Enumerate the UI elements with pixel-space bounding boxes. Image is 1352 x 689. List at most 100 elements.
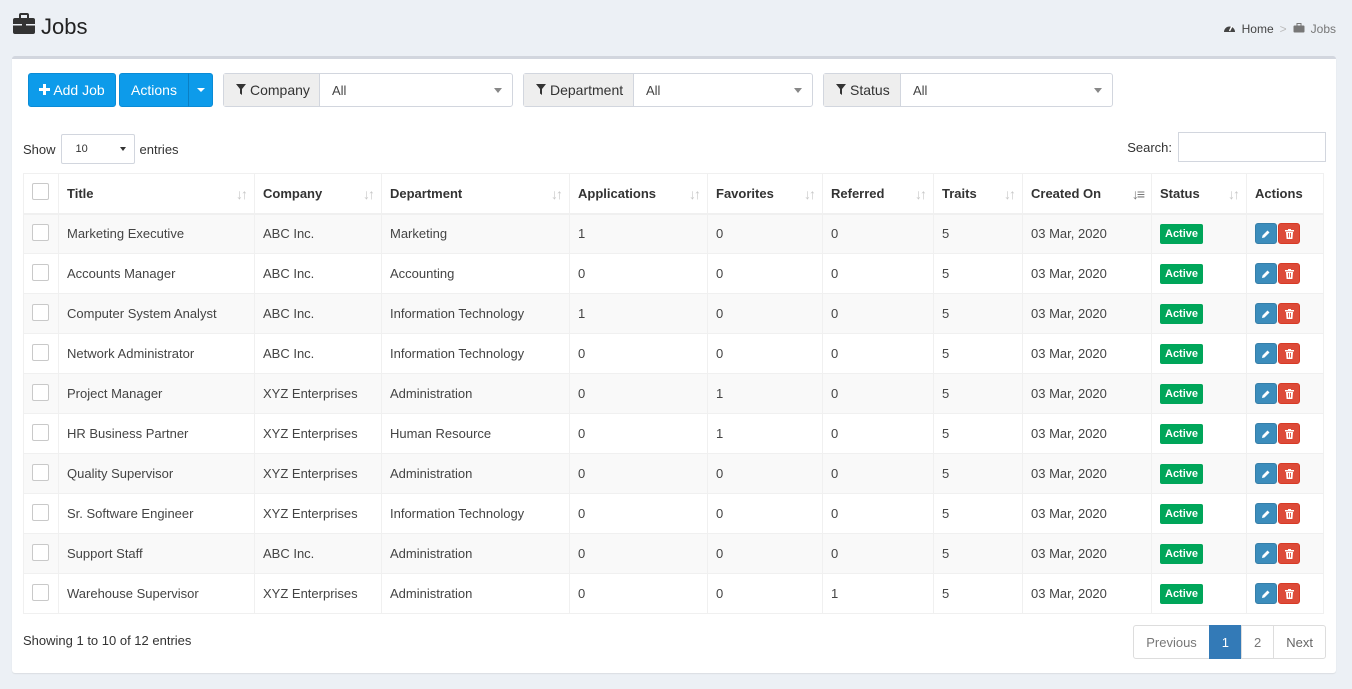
column-header-company[interactable]: Company ↓↑ [254, 173, 382, 215]
add-job-button[interactable]: Add Job [28, 73, 116, 107]
page-title: Jobs [12, 12, 87, 42]
status-select-value: All [913, 82, 928, 98]
delete-button[interactable] [1278, 583, 1300, 604]
trash-icon [1284, 548, 1294, 559]
cell-department: Administration [381, 373, 570, 414]
column-header-referred[interactable]: Referred ↓↑ [822, 173, 934, 215]
row-checkbox[interactable] [32, 583, 49, 601]
delete-button[interactable] [1278, 223, 1300, 245]
column-header-title[interactable]: Title ↓↑ [58, 173, 255, 215]
delete-button[interactable] [1278, 503, 1300, 524]
briefcase-icon [1293, 22, 1305, 36]
column-header-traits[interactable]: Traits ↓↑ [933, 173, 1023, 215]
cell-favorites: 1 [707, 413, 823, 454]
column-header-created-on[interactable]: Created On ↓≡ [1022, 173, 1152, 215]
delete-button[interactable] [1278, 383, 1300, 404]
edit-button[interactable] [1255, 423, 1277, 444]
cell-title: Accounts Manager [58, 253, 255, 294]
cell-company: ABC Inc. [254, 333, 382, 374]
pagination-previous[interactable]: Previous [1133, 625, 1210, 659]
delete-button[interactable] [1278, 343, 1300, 364]
search-input[interactable] [1178, 132, 1326, 162]
chevron-down-icon [1094, 87, 1102, 93]
briefcase-icon [12, 13, 36, 41]
column-header-department[interactable]: Department ↓↑ [381, 173, 570, 215]
cell-title: Project Manager [58, 373, 255, 414]
row-checkbox[interactable] [32, 263, 49, 281]
status-select[interactable]: All [901, 74, 1112, 106]
select-all-checkbox[interactable] [32, 183, 49, 201]
row-checkbox[interactable] [32, 503, 49, 521]
entries-length-select[interactable]: 10 [60, 134, 135, 164]
cell-actions [1246, 333, 1324, 374]
row-checkbox[interactable] [32, 383, 49, 401]
cell-favorites: 0 [707, 573, 823, 614]
delete-button[interactable] [1278, 423, 1300, 444]
edit-button[interactable] [1255, 383, 1277, 404]
edit-button[interactable] [1255, 583, 1277, 604]
cell-favorites: 0 [707, 493, 823, 534]
cell-company: XYZ Enterprises [254, 573, 382, 614]
cell-select [23, 213, 59, 254]
delete-button[interactable] [1278, 463, 1300, 484]
sort-icon: ↓↑ [363, 186, 375, 202]
cell-status: Active [1151, 453, 1247, 494]
table-row: Sr. Software Engineer XYZ Enterprises Info… [23, 493, 1324, 534]
cell-favorites: 0 [707, 533, 823, 574]
edit-button[interactable] [1255, 463, 1277, 484]
column-header-favorites[interactable]: Favorites ↓↑ [707, 173, 823, 215]
trash-icon [1284, 268, 1294, 279]
status-badge: Active [1160, 263, 1204, 284]
edit-button[interactable] [1255, 223, 1277, 245]
edit-button[interactable] [1255, 303, 1277, 324]
column-header-label: Actions [1255, 185, 1303, 201]
actions-dropdown-toggle[interactable] [188, 73, 213, 107]
pagination-page-2[interactable]: 2 [1241, 625, 1275, 659]
pagination: Previous 1 2 Next [1133, 625, 1326, 659]
sort-icon: ↓↑ [1004, 186, 1016, 202]
cell-department: Administration [381, 533, 570, 574]
cell-status: Active [1151, 533, 1247, 574]
department-filter-addon: Department [524, 74, 634, 106]
pagination-page-1[interactable]: 1 [1208, 625, 1243, 659]
breadcrumb-home-link[interactable]: Home [1242, 22, 1274, 36]
table-row: Quality Supervisor XYZ Enterprises Adminis… [23, 453, 1324, 494]
cell-actions [1246, 573, 1324, 614]
content-header: Jobs Home > Jobs [0, 0, 1352, 56]
edit-button[interactable] [1255, 263, 1277, 284]
delete-button[interactable] [1278, 543, 1300, 564]
row-checkbox[interactable] [32, 543, 49, 561]
cell-referred: 0 [822, 413, 934, 454]
company-select[interactable]: All [320, 74, 512, 106]
pagination-next[interactable]: Next [1273, 625, 1326, 659]
department-select[interactable]: All [634, 74, 812, 106]
delete-button[interactable] [1278, 303, 1300, 324]
column-header-status[interactable]: Status ↓↑ [1151, 173, 1247, 215]
row-checkbox[interactable] [32, 303, 49, 321]
cell-created-on: 03 Mar, 2020 [1022, 413, 1152, 454]
cell-company: ABC Inc. [254, 253, 382, 294]
cell-applications: 0 [569, 413, 708, 454]
cell-traits: 5 [933, 333, 1023, 374]
row-checkbox[interactable] [32, 423, 49, 441]
delete-button[interactable] [1278, 263, 1300, 284]
toolbar: Add Job Actions Company All Department A… [28, 73, 1318, 107]
row-checkbox[interactable] [32, 343, 49, 361]
edit-button[interactable] [1255, 543, 1277, 564]
trash-icon [1284, 468, 1294, 479]
cell-traits: 5 [933, 413, 1023, 454]
column-header-applications[interactable]: Applications ↓↑ [569, 173, 708, 215]
edit-button[interactable] [1255, 343, 1277, 364]
edit-button[interactable] [1255, 503, 1277, 524]
cell-company: ABC Inc. [254, 293, 382, 334]
sort-icon: ↓↑ [1228, 186, 1240, 202]
cell-applications: 0 [569, 533, 708, 574]
trash-icon [1284, 588, 1294, 599]
cell-referred: 0 [822, 333, 934, 374]
cell-select [23, 533, 59, 574]
cell-favorites: 0 [707, 333, 823, 374]
actions-button[interactable]: Actions [119, 73, 189, 107]
row-checkbox[interactable] [32, 463, 49, 481]
jobs-box: Add Job Actions Company All Department A… [12, 56, 1336, 673]
row-checkbox[interactable] [32, 223, 49, 241]
